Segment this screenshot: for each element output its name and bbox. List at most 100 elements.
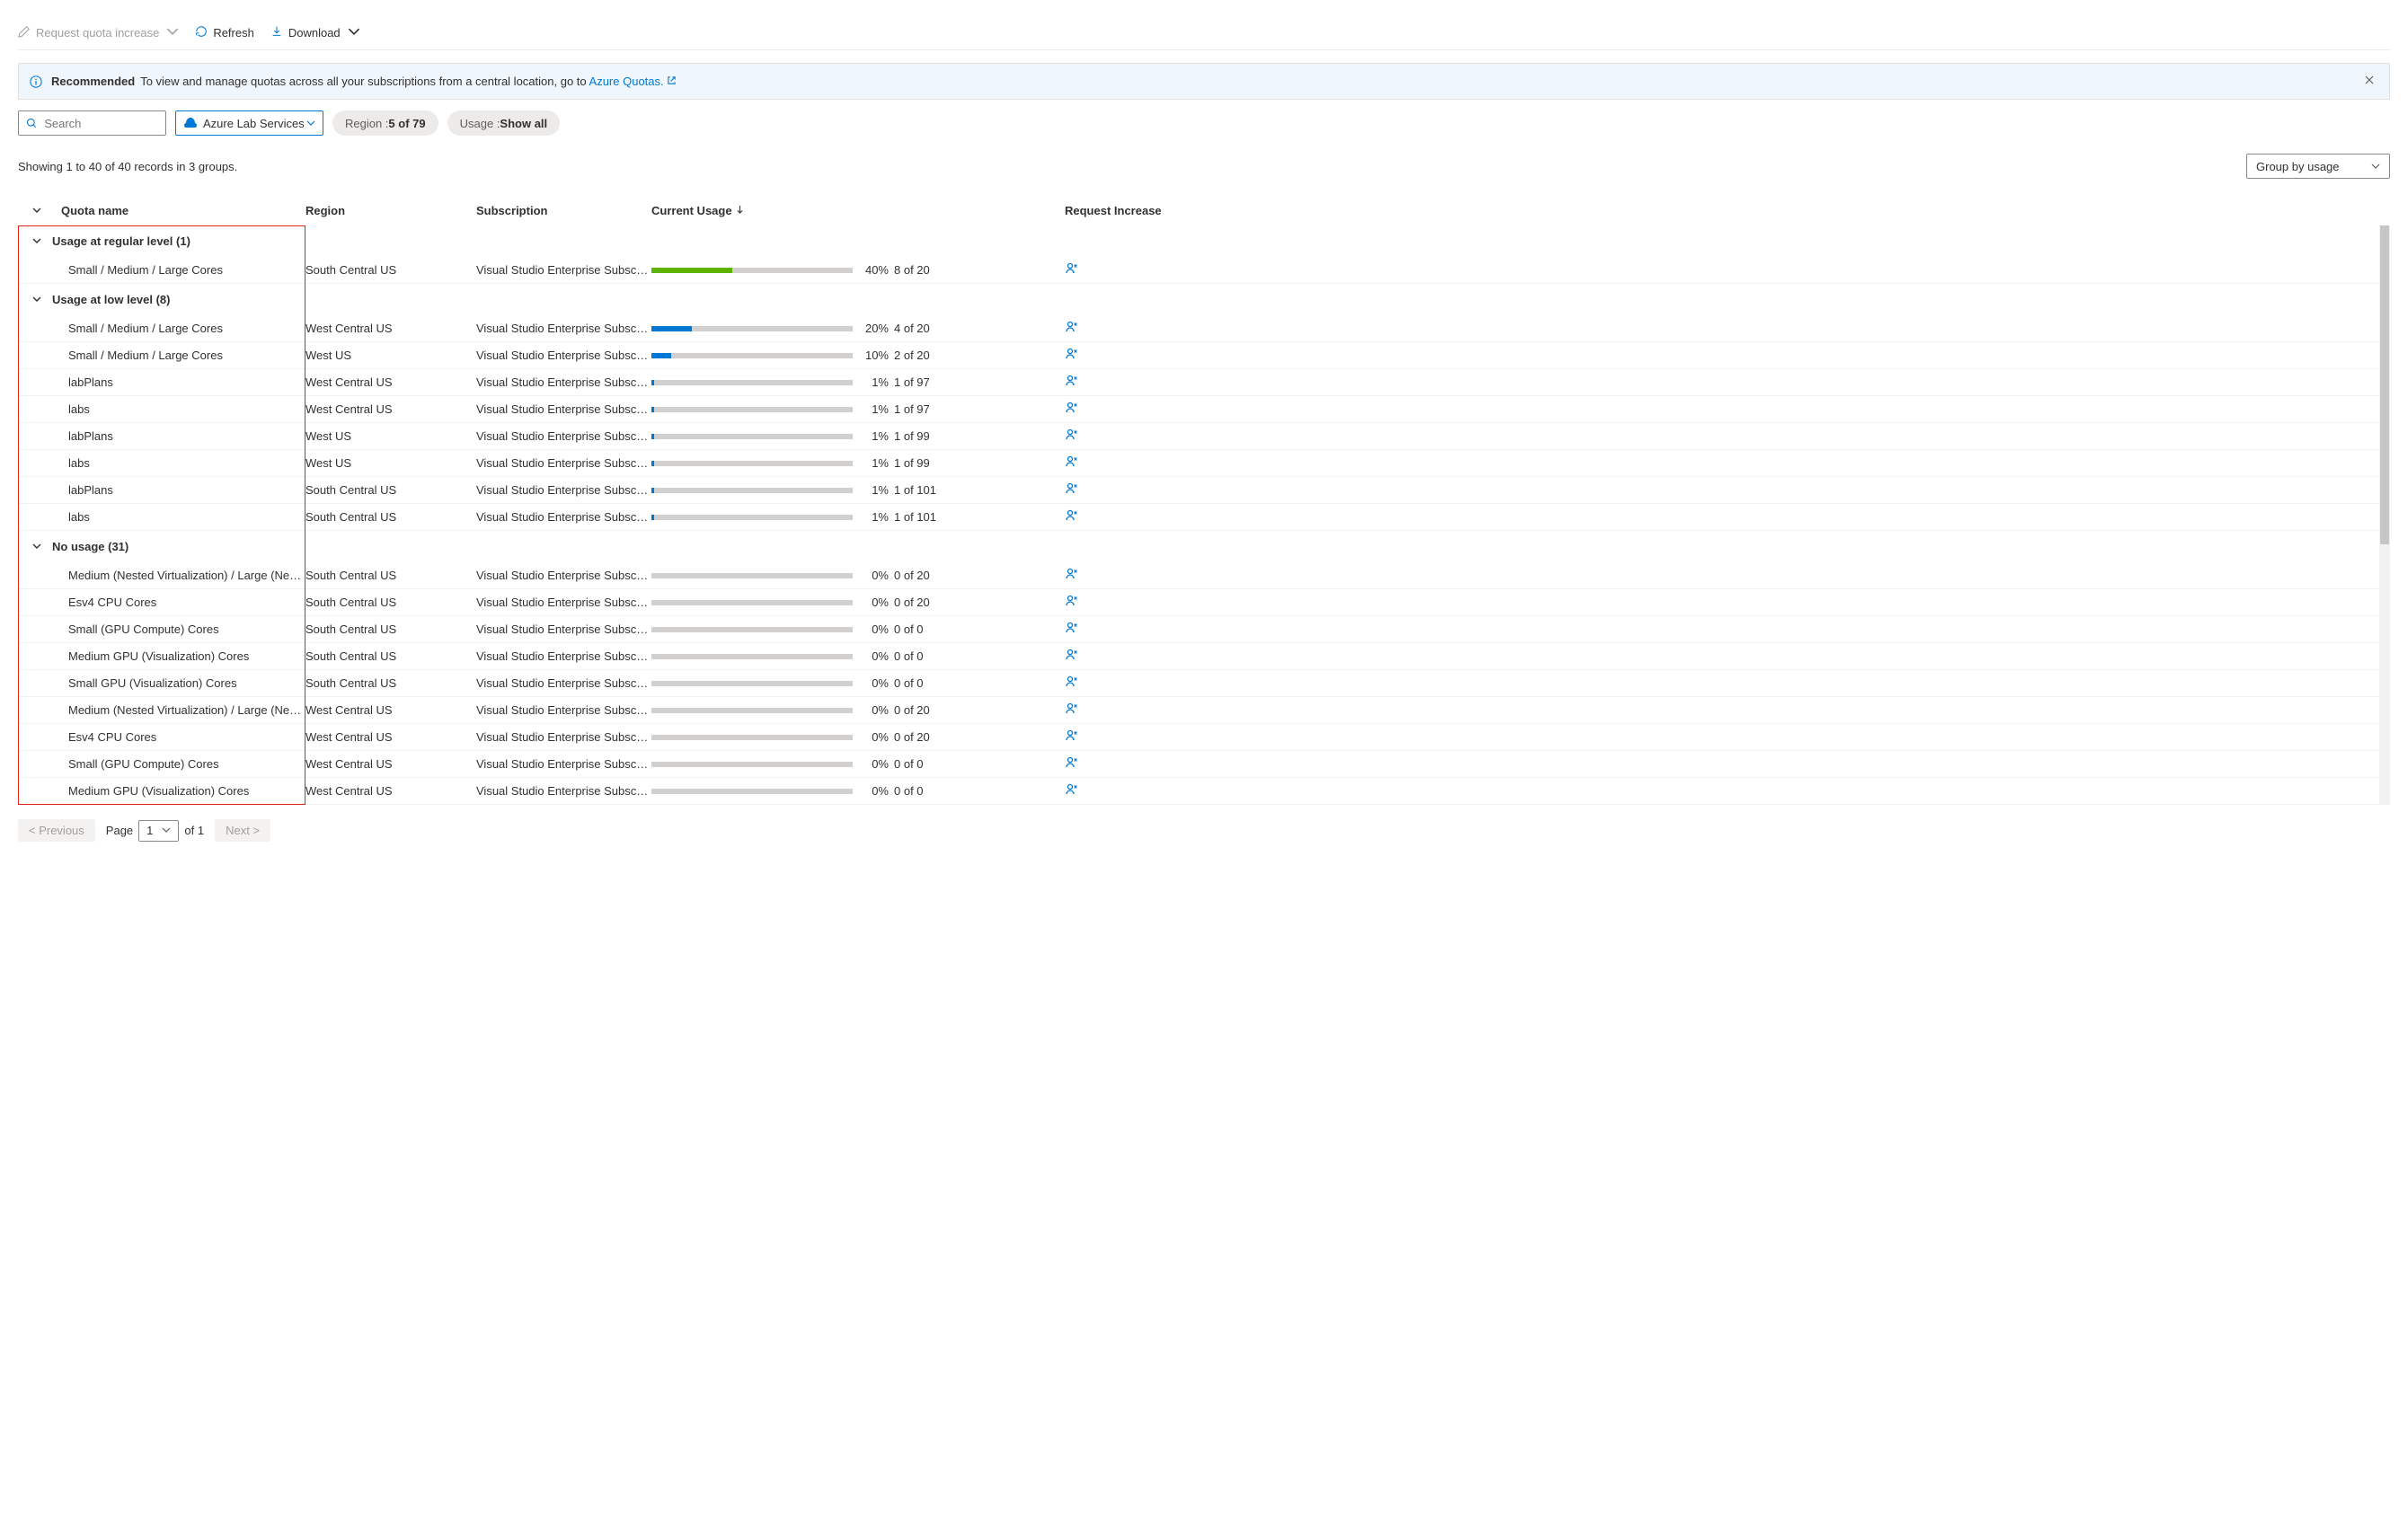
region-filter-pill[interactable]: Region : 5 of 79 [332, 110, 438, 136]
download-label: Download [288, 26, 341, 40]
cell-subscription: Visual Studio Enterprise Subscri… [476, 263, 651, 277]
cell-region: South Central US [305, 676, 476, 690]
request-increase-button[interactable] [1065, 648, 1079, 662]
usage-percent: 0% [853, 569, 894, 582]
header-request-increase[interactable]: Request Increase [1065, 204, 1162, 217]
provider-label: Azure Lab Services [203, 117, 305, 130]
request-quota-increase-button[interactable]: Request quota increase [18, 25, 179, 40]
usage-bar [651, 515, 853, 520]
request-increase-button[interactable] [1065, 728, 1079, 743]
usage-percent: 0% [853, 622, 894, 636]
table-row[interactable]: Medium (Nested Virtualization) / Large (… [18, 697, 2390, 724]
chevron-down-icon [32, 293, 41, 306]
download-button[interactable]: Download [270, 25, 360, 40]
request-increase-button[interactable] [1065, 320, 1079, 334]
cell-subscription: Visual Studio Enterprise Subscri… [476, 322, 651, 335]
table-row[interactable]: Small (GPU Compute) CoresWest Central US… [18, 751, 2390, 778]
cell-region: West Central US [305, 784, 476, 798]
table-row[interactable]: Medium (Nested Virtualization) / Large (… [18, 562, 2390, 589]
request-increase-button[interactable] [1065, 261, 1079, 276]
page-of-text: of 1 [184, 824, 204, 837]
header-quota-name[interactable]: Quota name [18, 204, 305, 217]
request-increase-button[interactable] [1065, 755, 1079, 770]
usage-filter-pill[interactable]: Usage : Show all [447, 110, 561, 136]
next-button[interactable]: Next > [215, 819, 270, 842]
search-field[interactable] [42, 116, 158, 131]
table-row[interactable]: Small (GPU Compute) CoresSouth Central U… [18, 616, 2390, 643]
cell-quota-name: Small (GPU Compute) Cores [18, 622, 305, 636]
group-row[interactable]: No usage (31) [18, 531, 2390, 562]
request-increase-button[interactable] [1065, 401, 1079, 415]
search-input[interactable] [18, 110, 166, 136]
table-row[interactable]: labPlansSouth Central USVisual Studio En… [18, 477, 2390, 504]
cell-quota-name: Medium GPU (Visualization) Cores [18, 649, 305, 663]
usage-bar [651, 708, 853, 713]
table-row[interactable]: labPlansWest Central USVisual Studio Ent… [18, 369, 2390, 396]
table-row[interactable]: labsWest Central USVisual Studio Enterpr… [18, 396, 2390, 423]
page-select[interactable]: 1 [138, 820, 179, 842]
cell-quota-name: labPlans [18, 483, 305, 497]
cell-region: South Central US [305, 649, 476, 663]
usage-percent: 1% [853, 375, 894, 389]
cell-of: 0 of 20 [894, 730, 1065, 744]
cell-usage: 40% [651, 263, 894, 277]
cell-usage: 0% [651, 784, 894, 798]
header-subscription[interactable]: Subscription [476, 204, 651, 217]
cell-subscription: Visual Studio Enterprise Subscri… [476, 456, 651, 470]
table-row[interactable]: labsWest USVisual Studio Enterprise Subs… [18, 450, 2390, 477]
request-increase-button[interactable] [1065, 428, 1079, 442]
cell-usage: 0% [651, 649, 894, 663]
group-by-dropdown[interactable]: Group by usage [2246, 154, 2390, 179]
table-row[interactable]: Small GPU (Visualization) CoresSouth Cen… [18, 670, 2390, 697]
cell-subscription: Visual Studio Enterprise Subscri… [476, 730, 651, 744]
request-increase-button[interactable] [1065, 455, 1079, 469]
request-increase-button[interactable] [1065, 508, 1079, 523]
table-row[interactable]: Esv4 CPU CoresSouth Central USVisual Stu… [18, 589, 2390, 616]
divider [18, 49, 2390, 50]
table-row[interactable]: Esv4 CPU CoresWest Central USVisual Stud… [18, 724, 2390, 751]
provider-dropdown[interactable]: Azure Lab Services [175, 110, 323, 136]
group-row[interactable]: Usage at regular level (1) [18, 225, 2390, 257]
usage-bar [651, 407, 853, 412]
cell-usage: 0% [651, 703, 894, 717]
table-row[interactable]: Small / Medium / Large CoresWest USVisua… [18, 342, 2390, 369]
usage-bar [651, 326, 853, 331]
cell-usage: 1% [651, 456, 894, 470]
table-row[interactable]: Small / Medium / Large CoresWest Central… [18, 315, 2390, 342]
header-region[interactable]: Region [305, 204, 476, 217]
azure-quotas-link[interactable]: Azure Quotas. [589, 75, 664, 88]
cell-usage: 0% [651, 676, 894, 690]
cell-quota-name: Small / Medium / Large Cores [18, 349, 305, 362]
scrollbar-thumb[interactable] [2380, 225, 2389, 544]
cell-subscription: Visual Studio Enterprise Subscri… [476, 703, 651, 717]
group-row[interactable]: Usage at low level (8) [18, 284, 2390, 315]
cell-usage: 0% [651, 569, 894, 582]
previous-button[interactable]: < Previous [18, 819, 95, 842]
banner-message: To view and manage quotas across all you… [140, 75, 677, 88]
request-increase-button[interactable] [1065, 702, 1079, 716]
table-row[interactable]: labsSouth Central USVisual Studio Enterp… [18, 504, 2390, 531]
table-row[interactable]: Medium GPU (Visualization) CoresWest Cen… [18, 778, 2390, 805]
header-current-usage[interactable]: Current Usage [651, 204, 894, 217]
banner-close-button[interactable] [2360, 71, 2378, 92]
table-row[interactable]: Small / Medium / Large CoresSouth Centra… [18, 257, 2390, 284]
request-increase-button[interactable] [1065, 567, 1079, 581]
request-increase-button[interactable] [1065, 347, 1079, 361]
request-increase-button[interactable] [1065, 782, 1079, 797]
cell-subscription: Visual Studio Enterprise Subscri… [476, 429, 651, 443]
refresh-button[interactable]: Refresh [195, 25, 254, 40]
usage-percent: 20% [853, 322, 894, 335]
cell-of: 1 of 97 [894, 375, 1065, 389]
request-increase-button[interactable] [1065, 374, 1079, 388]
cell-usage: 1% [651, 510, 894, 524]
request-increase-button[interactable] [1065, 594, 1079, 608]
table-row[interactable]: labPlansWest USVisual Studio Enterprise … [18, 423, 2390, 450]
table-row[interactable]: Medium GPU (Visualization) CoresSouth Ce… [18, 643, 2390, 670]
request-increase-button[interactable] [1065, 621, 1079, 635]
refresh-label: Refresh [213, 26, 254, 40]
scrollbar[interactable] [2379, 225, 2390, 805]
request-increase-button[interactable] [1065, 481, 1079, 496]
usage-bar [651, 488, 853, 493]
cell-region: West US [305, 429, 476, 443]
request-increase-button[interactable] [1065, 675, 1079, 689]
